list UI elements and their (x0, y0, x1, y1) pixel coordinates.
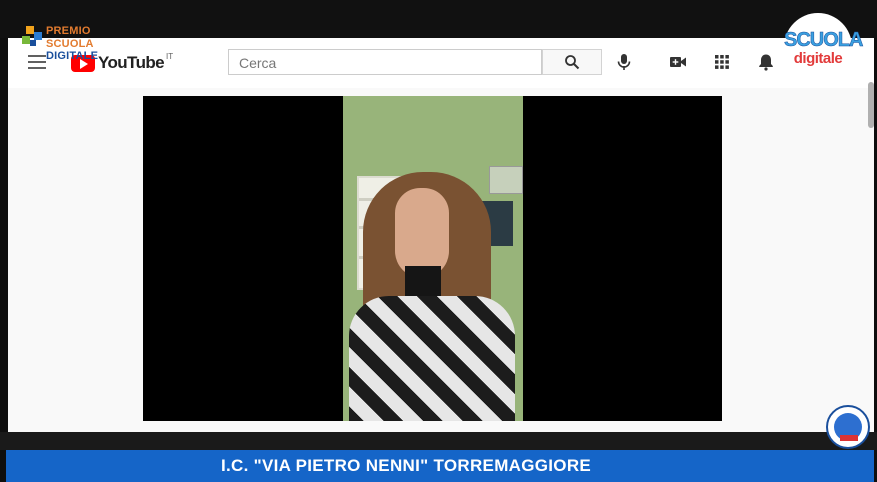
school-seal-icon (826, 405, 870, 449)
background-picture (489, 166, 523, 194)
scuola-digitale-line1: SCUOLA (784, 29, 864, 52)
logo-square-green (22, 36, 30, 44)
menu-icon[interactable] (28, 55, 46, 69)
logo-square-yellow (26, 26, 34, 34)
apps-grid-icon[interactable] (712, 52, 732, 72)
logo-square-blue (34, 32, 42, 40)
country-code: IT (166, 51, 174, 61)
seal-ribbon (840, 435, 858, 441)
premio-line2-b: DIGITALE (46, 50, 99, 62)
scuola-digitale-badge: SCUOLA digitale (784, 13, 864, 81)
scuola-digitale-line2: digitale (793, 50, 843, 67)
premio-line2: SCUOLA DIGITALE (46, 38, 138, 62)
notifications-bell-icon[interactable] (756, 52, 776, 72)
microphone-icon[interactable] (614, 52, 634, 72)
premio-scuola-digitale-logo: PREMIO SCUOLA DIGITALE (18, 24, 138, 62)
search-input[interactable]: Cerca (228, 49, 542, 75)
lower-third-ticker: I.C. "VIA PIETRO NENNI" TORREMAGGIORE (6, 450, 874, 482)
video-frame-girl-singing (343, 96, 523, 421)
video-player[interactable] (143, 96, 722, 421)
girl-sweater (349, 296, 515, 421)
lower-dark-band (0, 432, 877, 450)
premio-line1: PREMIO (46, 25, 91, 37)
create-video-icon[interactable] (668, 52, 688, 72)
search-button[interactable] (542, 49, 602, 75)
school-name: I.C. "VIA PIETRO NENNI" TORREMAGGIORE (220, 456, 592, 475)
logo-square-navy (30, 40, 36, 46)
girl-face (395, 188, 449, 278)
premio-line2-a: SCUOLA (46, 38, 94, 50)
search-icon (565, 55, 580, 70)
page-scrollbar[interactable] (868, 82, 874, 128)
